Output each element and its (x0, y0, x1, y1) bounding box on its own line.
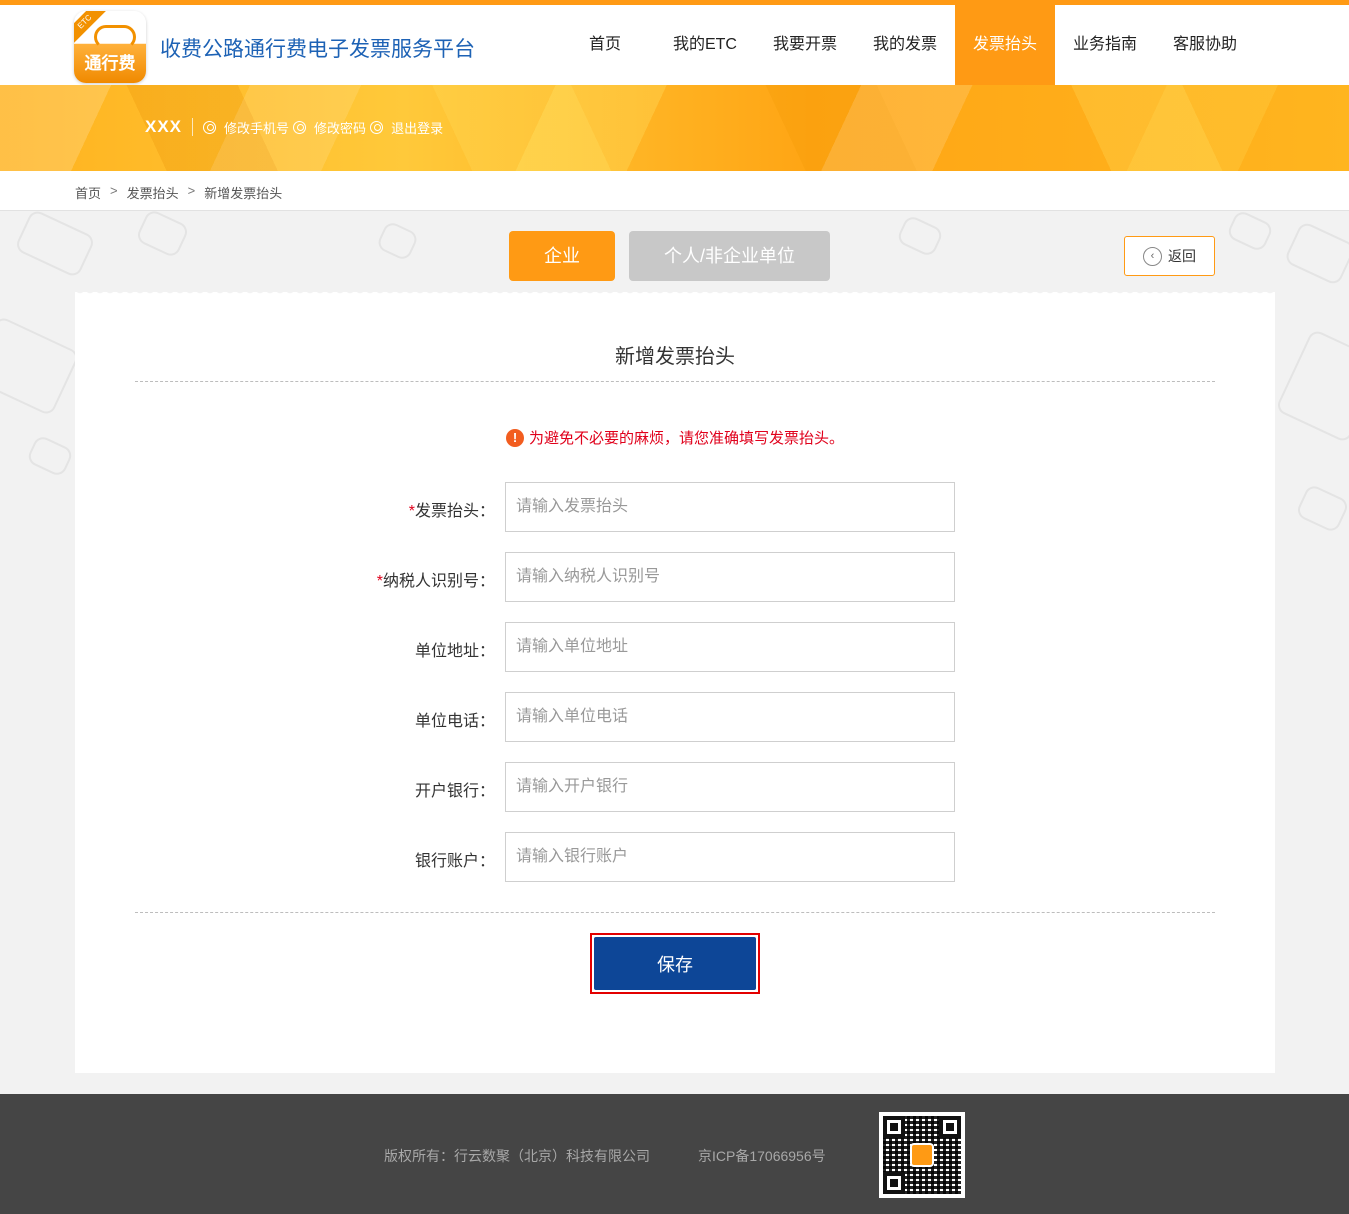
field-label: *纳税人识别号： (376, 573, 495, 590)
save-button[interactable]: 保存 (594, 937, 756, 990)
user-banner: XXX 修改手机号 修改密码 退出登录 (0, 85, 1349, 171)
invoice-title-input[interactable] (505, 482, 955, 532)
cloud-icon (94, 25, 136, 49)
field-company-address: 单位地址： (75, 622, 1275, 672)
breadcrumb-bar: 首页 > 发票抬头 > 新增发票抬头 (0, 171, 1349, 211)
field-label: 银行账户： (414, 853, 495, 870)
breadcrumb-separator: > (110, 183, 118, 198)
taxpayer-id-input[interactable] (505, 552, 955, 602)
user-bar: XXX 修改手机号 修改密码 退出登录 (145, 117, 445, 137)
notice: ! 为避免不必要的麻烦，请您准确填写发票抬头。 (75, 427, 1275, 448)
breadcrumb-home[interactable]: 首页 (75, 183, 101, 202)
arrow-left-icon: ‹ (1143, 246, 1162, 266)
icp-license[interactable]: 京ICP备17066956号 (698, 1146, 826, 1166)
bank-name-input[interactable] (505, 762, 955, 812)
user-icon (203, 120, 217, 134)
header: ETC 通行费 收费公路通行费电子发票服务平台 首页 我的ETC 我要开票 我的… (0, 5, 1349, 85)
field-bank-name: 开户银行： (75, 762, 1275, 812)
field-label: *发票抬头： (408, 503, 495, 520)
change-password-label: 修改密码 (314, 120, 367, 136)
change-password-link[interactable]: 修改密码 (293, 118, 366, 137)
company-phone-input[interactable] (505, 692, 955, 742)
user-icon (293, 120, 307, 134)
main-nav: 首页 我的ETC 我要开票 我的发票 发票抬头 业务指南 客服协助 (555, 5, 1255, 85)
site-title: 收费公路通行费电子发票服务平台 (160, 38, 475, 61)
back-label: 返回 (1168, 248, 1196, 264)
notice-text: 为避免不必要的麻烦，请您准确填写发票抬头。 (528, 430, 844, 447)
copyright-text: 版权所有：行云数聚（北京）科技有限公司 (384, 1148, 650, 1164)
divider-bottom (135, 912, 1215, 913)
field-company-phone: 单位电话： (75, 692, 1275, 742)
footer: 版权所有：行云数聚（北京）科技有限公司 京ICP备17066956号 (0, 1094, 1349, 1214)
tab-company[interactable]: 企业 (509, 231, 615, 281)
field-bank-account: 银行账户： (75, 832, 1275, 882)
breadcrumb-current: 新增发票抬头 (204, 186, 283, 201)
field-taxpayer-id: *纳税人识别号： (75, 552, 1275, 602)
user-icon (370, 120, 384, 134)
qr-pattern (883, 1116, 961, 1194)
field-invoice-title: *发票抬头： (75, 482, 1275, 532)
back-button[interactable]: ‹ 返回 (1124, 236, 1215, 276)
site-logo[interactable]: ETC 通行费 (74, 11, 146, 83)
username: XXX (145, 117, 183, 136)
bank-account-input[interactable] (505, 832, 955, 882)
nav-my-etc[interactable]: 我的ETC (655, 5, 755, 85)
logout-link[interactable]: 退出登录 (370, 118, 443, 137)
form-title: 新增发票抬头 (615, 346, 735, 368)
tab-personal[interactable]: 个人/非企业单位 (629, 231, 830, 281)
breadcrumb-invoice-title[interactable]: 发票抬头 (127, 183, 179, 202)
change-phone-label: 修改手机号 (224, 120, 290, 136)
nav-business-guide[interactable]: 业务指南 (1055, 5, 1155, 85)
nav-issue-invoice[interactable]: 我要开票 (755, 5, 855, 85)
change-phone-link[interactable]: 修改手机号 (203, 118, 289, 137)
company-address-input[interactable] (505, 622, 955, 672)
divider-top (135, 381, 1215, 382)
qr-code (879, 1112, 965, 1198)
qr-finder (883, 1172, 905, 1194)
breadcrumb-separator: > (187, 183, 196, 198)
nav-customer-service[interactable]: 客服协助 (1155, 5, 1255, 85)
qr-finder (883, 1116, 905, 1138)
card-zigzag-edge (75, 289, 1275, 297)
field-label: 单位电话： (414, 713, 495, 730)
nav-home[interactable]: 首页 (555, 5, 655, 85)
warning-icon: ! (505, 428, 524, 447)
qr-logo-icon (910, 1143, 934, 1167)
nav-my-invoices[interactable]: 我的发票 (855, 5, 955, 85)
logo-text: 通行费 (84, 54, 136, 74)
field-label: 单位地址： (414, 643, 495, 660)
breadcrumb: 首页 > 发票抬头 > 新增发票抬头 (75, 183, 282, 202)
nav-invoice-title[interactable]: 发票抬头 (955, 5, 1055, 85)
field-label: 开户银行： (414, 783, 495, 800)
logout-label: 退出登录 (391, 120, 444, 136)
form-card: 新增发票抬头 ! 为避免不必要的麻烦，请您准确填写发票抬头。 *发票抬头： *纳… (75, 289, 1275, 1073)
save-button-highlight: 保存 (590, 933, 760, 994)
qr-finder (939, 1116, 961, 1138)
user-bar-divider (192, 118, 194, 136)
